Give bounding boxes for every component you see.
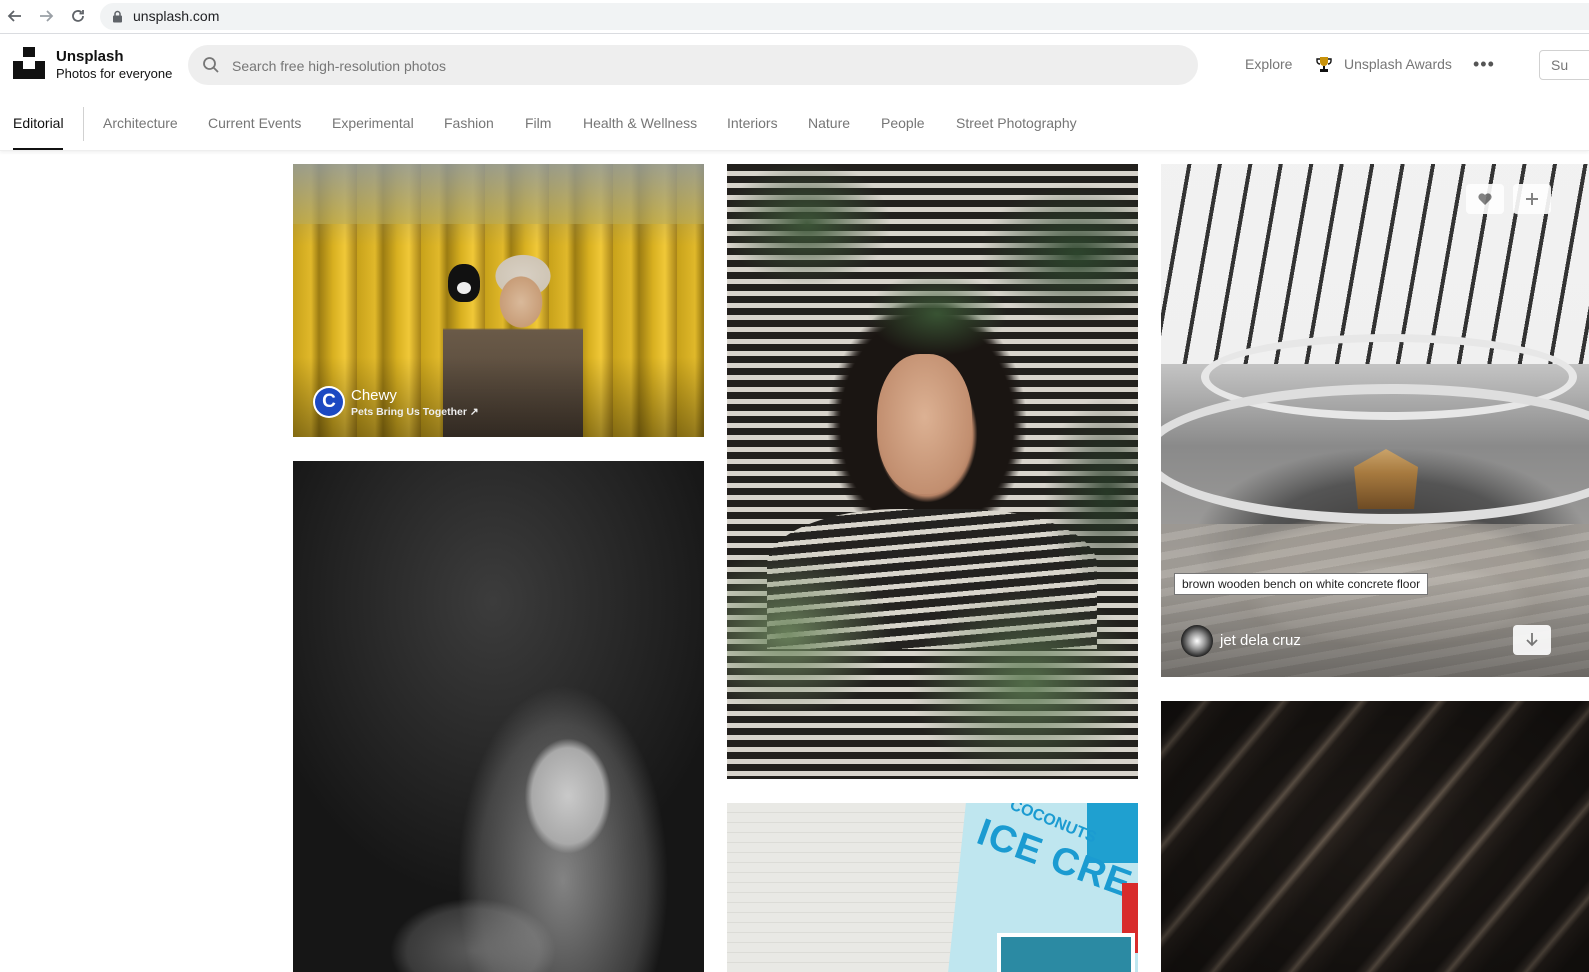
tab-current-events[interactable]: Current Events	[208, 115, 301, 131]
add-to-collection-button[interactable]	[1513, 184, 1551, 214]
back-arrow-icon[interactable]	[4, 5, 26, 27]
url-text: unsplash.com	[133, 8, 220, 24]
photo-cat	[448, 264, 480, 302]
photo-woman-in-leaves[interactable]	[727, 164, 1138, 779]
sponsor-tagline[interactable]: Pets Bring Us Together ↗	[351, 406, 479, 418]
submit-photo-button[interactable]: Su	[1539, 50, 1589, 80]
download-button[interactable]	[1513, 625, 1551, 655]
search-icon[interactable]	[202, 56, 220, 79]
tab-street-photography[interactable]: Street Photography	[956, 115, 1077, 131]
tab-experimental[interactable]: Experimental	[332, 115, 414, 131]
photo-sponsored-forest[interactable]: C Chewy Pets Bring Us Together ↗	[293, 164, 704, 437]
alt-text-tooltip: brown wooden bench on white concrete flo…	[1174, 573, 1429, 595]
active-tab-indicator	[13, 148, 63, 150]
browser-toolbar: unsplash.com	[0, 0, 1589, 34]
tab-architecture[interactable]: Architecture	[103, 115, 178, 131]
brand-name[interactable]: Unsplash	[56, 48, 124, 65]
tab-nature[interactable]: Nature	[808, 115, 850, 131]
tab-interiors[interactable]: Interiors	[727, 115, 778, 131]
photo-sky	[293, 164, 704, 224]
tab-divider	[83, 107, 84, 141]
photo-bride[interactable]	[293, 461, 704, 972]
reload-icon[interactable]	[67, 5, 89, 27]
tab-health-wellness[interactable]: Health & Wellness	[583, 115, 697, 131]
tab-film[interactable]: Film	[525, 115, 551, 131]
photo-tire-tread[interactable]	[1161, 701, 1589, 972]
category-tabs: Editorial Architecture Current Events Ex…	[0, 98, 1589, 151]
site-header: Unsplash Photos for everyone Explore Uns…	[0, 34, 1589, 98]
plus-icon	[1526, 193, 1538, 205]
sponsor-avatar-letter: C	[315, 388, 343, 416]
photo-mall-interior[interactable]: brown wooden bench on white concrete flo…	[1161, 164, 1589, 677]
trophy-icon	[1316, 56, 1332, 78]
photo-vignette	[1161, 701, 1589, 972]
explore-link[interactable]: Explore	[1245, 56, 1292, 72]
address-bar[interactable]: unsplash.com	[100, 3, 1589, 30]
download-icon	[1526, 633, 1538, 647]
brand-tagline: Photos for everyone	[56, 66, 173, 81]
photo-window	[997, 933, 1135, 972]
heart-icon	[1478, 193, 1492, 205]
lock-icon	[112, 10, 123, 28]
search-input[interactable]	[230, 45, 1174, 87]
more-menu-icon[interactable]: •••	[1473, 54, 1495, 75]
tab-fashion[interactable]: Fashion	[444, 115, 494, 131]
awards-link[interactable]: Unsplash Awards	[1344, 56, 1452, 72]
photo-leaves	[727, 164, 1138, 779]
sponsor-avatar[interactable]: C	[313, 386, 345, 418]
unsplash-logo-icon[interactable]	[13, 47, 45, 79]
forward-arrow-icon[interactable]	[35, 5, 57, 27]
sponsor-name[interactable]: Chewy	[351, 387, 397, 404]
photo-ice-cream-shop[interactable]: COCONUTS ICE CREAM	[727, 803, 1138, 972]
search-bar[interactable]	[188, 45, 1198, 87]
author-avatar[interactable]	[1181, 625, 1213, 657]
tab-editorial[interactable]: Editorial	[13, 115, 64, 131]
like-button[interactable]	[1466, 184, 1504, 214]
tab-people[interactable]: People	[881, 115, 925, 131]
author-name[interactable]: jet dela cruz	[1220, 632, 1301, 649]
